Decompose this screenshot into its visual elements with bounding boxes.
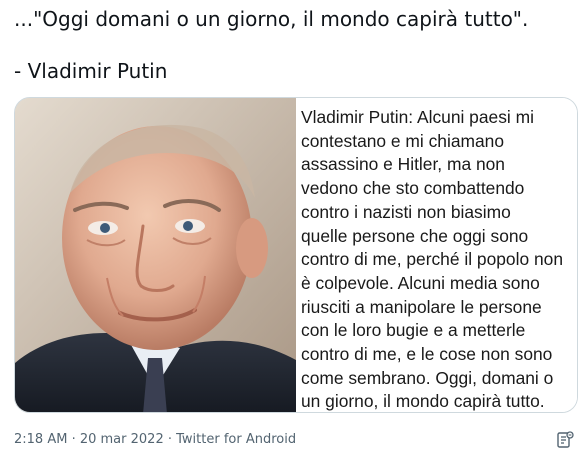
caption-text: Vladimir Putin: Alcuni paesi mi contesta… bbox=[301, 107, 563, 412]
tweet-metadata: 2:18 AM · 20 mar 2022 · Twitter for Andr… bbox=[14, 432, 296, 447]
tweet-quote-line: ..."Oggi domani o un giorno, il mondo ca… bbox=[14, 7, 529, 31]
tweet-date[interactable]: 20 mar 2022 bbox=[80, 432, 164, 447]
meta-separator: · bbox=[163, 432, 177, 447]
portrait-photo[interactable] bbox=[15, 98, 296, 412]
meta-separator: · bbox=[67, 432, 80, 447]
tweet-time[interactable]: 2:18 AM bbox=[14, 432, 67, 447]
caption-panel: Vladimir Putin: Alcuni paesi mi contesta… bbox=[299, 98, 577, 412]
tweet-attribution-line: - Vladimir Putin bbox=[14, 59, 168, 83]
media-card[interactable]: Vladimir Putin: Alcuni paesi mi contesta… bbox=[14, 97, 578, 413]
analytics-icon[interactable] bbox=[556, 431, 574, 449]
portrait-illustration bbox=[15, 98, 296, 412]
tweet-line-gap bbox=[14, 32, 569, 58]
tweet-source[interactable]: Twitter for Android bbox=[176, 432, 296, 447]
tweet-text: ..."Oggi domani o un giorno, il mondo ca… bbox=[14, 6, 569, 84]
